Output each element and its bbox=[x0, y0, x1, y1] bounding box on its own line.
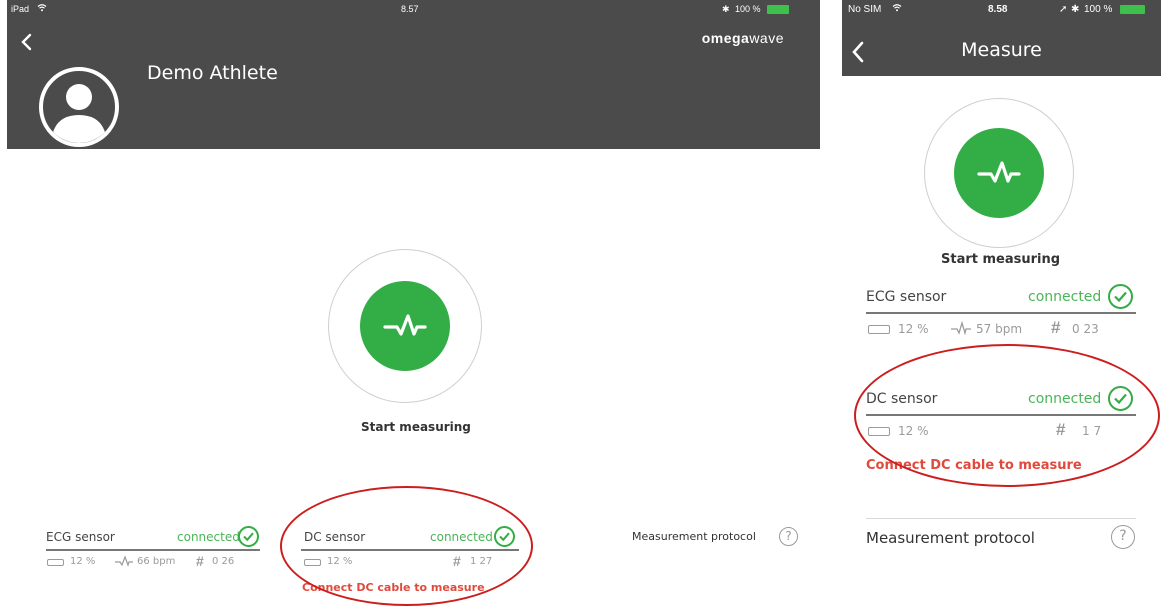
ipad-screen: iPad 8.57 ✱ 100 % omegawave Demo Athlete bbox=[0, 0, 821, 610]
start-measuring-label: Start measuring bbox=[361, 420, 471, 434]
heartbeat-icon bbox=[977, 161, 1021, 183]
ecg-sensor-status: connected bbox=[177, 530, 240, 544]
status-bar: iPad 8.57 ✱ 100 % bbox=[7, 0, 820, 20]
iphone-screen: No SIM 8.58 ➚ ✱ 100 % Measure Start meas… bbox=[842, 0, 1161, 610]
measurement-protocol-label[interactable]: Measurement protocol bbox=[632, 530, 756, 543]
start-measuring-button[interactable] bbox=[360, 281, 450, 371]
battery-icon bbox=[868, 325, 890, 334]
bluetooth-icon: ✱ bbox=[722, 4, 730, 14]
athlete-avatar[interactable] bbox=[39, 67, 119, 147]
ecg-sensor-status: connected bbox=[1028, 289, 1102, 305]
status-time: 8.58 bbox=[988, 4, 1008, 15]
device-label: iPad bbox=[11, 4, 30, 14]
battery-percent: 100 % bbox=[735, 4, 761, 14]
ecg-separator bbox=[866, 312, 1136, 314]
wifi-icon bbox=[892, 3, 902, 14]
measurement-protocol-label[interactable]: Measurement protocol bbox=[866, 529, 1035, 547]
annotation-oval bbox=[280, 486, 533, 606]
status-bar: No SIM 8.58 ➚ ✱ 100 % bbox=[842, 0, 1161, 20]
battery-percent: 100 % bbox=[1084, 4, 1113, 15]
heartbeat-icon bbox=[383, 314, 427, 336]
start-measuring-button[interactable] bbox=[954, 128, 1044, 218]
ecg-battery: 12 % bbox=[898, 322, 929, 336]
avatar-icon bbox=[51, 84, 107, 143]
athlete-header: iPad 8.57 ✱ 100 % omegawave Demo Athlete bbox=[7, 0, 820, 149]
status-time: 8.57 bbox=[401, 4, 419, 14]
battery-icon bbox=[47, 559, 64, 566]
ecg-bpm: 66 bpm bbox=[137, 556, 176, 567]
back-chevron-icon bbox=[21, 33, 32, 51]
measure-header: No SIM 8.58 ➚ ✱ 100 % Measure bbox=[842, 0, 1161, 76]
brand-part2: wave bbox=[749, 30, 784, 46]
location-icon: ➚ bbox=[1059, 4, 1068, 15]
athlete-name: Demo Athlete bbox=[147, 62, 278, 84]
back-button[interactable] bbox=[17, 30, 39, 54]
battery-icon bbox=[767, 5, 789, 14]
ecg-sensor-name: ECG sensor bbox=[46, 530, 115, 544]
annotation-oval bbox=[854, 344, 1160, 487]
help-icon[interactable]: ? bbox=[779, 527, 798, 546]
ecg-sensor-name: ECG sensor bbox=[866, 289, 947, 305]
heartbeat-icon bbox=[950, 320, 972, 338]
carrier-label: No SIM bbox=[848, 4, 882, 15]
page-title: Measure bbox=[961, 39, 1042, 61]
help-icon[interactable]: ? bbox=[1111, 525, 1135, 549]
battery-icon bbox=[1120, 5, 1145, 14]
check-circle-icon bbox=[238, 526, 259, 547]
start-measuring-label: Start measuring bbox=[941, 252, 1061, 267]
ecg-bpm: 57 bpm bbox=[976, 322, 1023, 336]
wifi-icon bbox=[37, 3, 47, 14]
check-circle-icon bbox=[1108, 284, 1133, 309]
ecg-battery: 12 % bbox=[70, 556, 96, 567]
omegawave-logo: omegawave bbox=[702, 30, 784, 46]
ecg-sensor-id: 0 23 bbox=[1072, 322, 1099, 336]
hash-icon: # bbox=[1051, 318, 1061, 337]
ecg-sensor-id: 0 26 bbox=[212, 556, 235, 567]
brand-part1: omega bbox=[701, 30, 750, 46]
ecg-separator bbox=[46, 549, 260, 551]
hash-icon: # bbox=[196, 553, 204, 569]
bluetooth-icon: ✱ bbox=[1071, 4, 1080, 15]
heartbeat-icon bbox=[114, 555, 134, 570]
protocol-divider bbox=[866, 518, 1136, 519]
